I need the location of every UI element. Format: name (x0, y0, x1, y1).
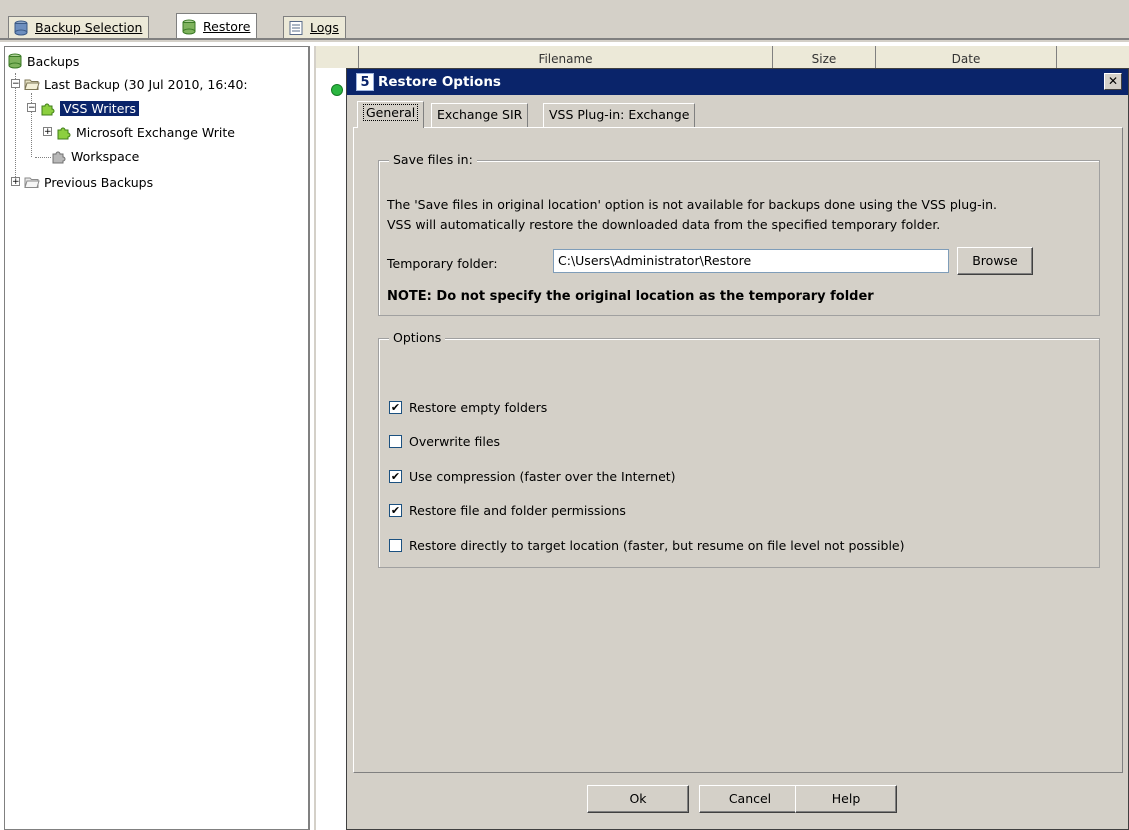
option-label: Restore empty folders (409, 399, 548, 415)
tree-connector (15, 73, 16, 183)
dialog-title: Restore Options (378, 74, 501, 90)
restore-options-dialog: 5 Restore Options ✕ General Exchange SIR… (346, 68, 1129, 830)
cancel-button[interactable]: Cancel (699, 785, 801, 813)
tree-node-exchange-writer[interactable]: Microsoft Exchange Write (56, 122, 235, 142)
general-tab-panel: Save files in: The 'Save files in origin… (353, 127, 1123, 773)
checkbox-checked-icon[interactable] (389, 469, 402, 483)
option-use-compression[interactable]: Use compression (faster over the Interne… (389, 466, 676, 486)
temp-folder-input[interactable]: C:\Users\Administrator\Restore (553, 249, 949, 273)
tab-label: Logs (310, 20, 339, 35)
option-label: Restore file and folder permissions (409, 502, 626, 518)
column-header-size[interactable]: Size (773, 46, 876, 68)
tree-node-vss-writers[interactable]: VSS Writers (40, 98, 140, 118)
tree-label: Backups (27, 53, 80, 69)
folder-open-icon (24, 76, 40, 92)
tab-vss-plugin-exchange[interactable]: VSS Plug-in: Exchange (543, 103, 696, 127)
tab-backup-selection[interactable]: Backup Selection (8, 16, 150, 38)
option-restore-directly[interactable]: Restore directly to target location (fas… (389, 535, 905, 555)
puzzle-icon (51, 148, 67, 164)
tree-label: Workspace (71, 148, 140, 164)
tab-restore[interactable]: Restore (176, 13, 258, 39)
options-group: Options Restore empty folders Overwrite … (378, 330, 1100, 568)
tree-label: Microsoft Exchange Write (76, 124, 235, 140)
checkbox-checked-icon[interactable] (389, 400, 402, 414)
tree-node-last-backup[interactable]: Last Backup (30 Jul 2010, 16:40: (24, 74, 248, 94)
expand-icon[interactable]: + (11, 177, 20, 187)
tree-label: VSS Writers (60, 100, 140, 116)
database-icon (181, 19, 197, 35)
info-text: VSS will automatically restore the downl… (387, 217, 941, 232)
tab-exchange-sir[interactable]: Exchange SIR (431, 103, 529, 127)
tree-connector (35, 157, 51, 158)
option-restore-permissions[interactable]: Restore file and folder permissions (389, 500, 626, 520)
puzzle-icon (56, 124, 72, 140)
tree-label: Previous Backups (44, 174, 154, 190)
column-header-date[interactable]: Date (876, 46, 1057, 68)
temp-folder-label: Temporary folder: (387, 256, 498, 271)
checkbox-unchecked-icon[interactable] (389, 434, 402, 448)
tree-node-backups[interactable]: Backups (7, 51, 79, 71)
tab-general[interactable]: General (357, 101, 425, 128)
tab-label: Restore (203, 19, 251, 34)
database-icon (7, 53, 23, 69)
file-list-header: Filename Size Date (316, 46, 1129, 69)
save-files-group: Save files in: The 'Save files in origin… (378, 152, 1100, 316)
tree-node-previous-backups[interactable]: Previous Backups (24, 172, 153, 192)
collapse-icon[interactable]: − (11, 79, 20, 89)
tree-node-workspace[interactable]: Workspace (51, 146, 139, 166)
option-label: Overwrite files (409, 433, 501, 449)
folder-open-icon (24, 174, 40, 190)
status-ok-icon (331, 84, 343, 96)
backup-tree[interactable]: Backups − Last Backup (30 Jul 2010, 16:4… (4, 46, 310, 830)
close-button[interactable]: ✕ (1104, 73, 1122, 90)
checkbox-unchecked-icon[interactable] (389, 538, 402, 552)
note-text: NOTE: Do not specify the original locati… (387, 289, 874, 304)
dialog-titlebar[interactable]: 5 Restore Options ✕ (347, 69, 1128, 95)
browse-button[interactable]: Browse (957, 247, 1033, 275)
checkbox-checked-icon[interactable] (389, 503, 402, 517)
option-label: Use compression (faster over the Interne… (409, 468, 676, 484)
expand-icon[interactable]: + (43, 127, 52, 137)
document-icon (288, 20, 304, 36)
ok-button[interactable]: Ok (587, 785, 689, 813)
option-overwrite-files[interactable]: Overwrite files (389, 431, 500, 451)
option-restore-empty-folders[interactable]: Restore empty folders (389, 397, 547, 417)
app-logo-icon: 5 (356, 73, 374, 91)
group-label: Save files in: (389, 152, 477, 167)
database-icon (13, 20, 29, 36)
main-tab-bar: Backup Selection Restore Logs (0, 0, 1129, 42)
tab-logs[interactable]: Logs (283, 16, 346, 38)
info-text: The 'Save files in original location' op… (387, 197, 997, 212)
column-header-filename[interactable]: Filename (359, 46, 773, 68)
collapse-icon[interactable]: − (27, 103, 36, 113)
help-button[interactable]: Help (795, 785, 897, 813)
column-header-status[interactable] (316, 46, 359, 68)
option-label: Restore directly to target location (fas… (409, 537, 905, 553)
file-list-gutter (316, 68, 347, 830)
puzzle-icon (40, 100, 56, 116)
tree-label: Last Backup (30 Jul 2010, 16:40: (44, 76, 248, 92)
group-label: Options (389, 330, 446, 345)
tab-label: Backup Selection (35, 20, 143, 35)
tab-divider (0, 38, 1129, 40)
